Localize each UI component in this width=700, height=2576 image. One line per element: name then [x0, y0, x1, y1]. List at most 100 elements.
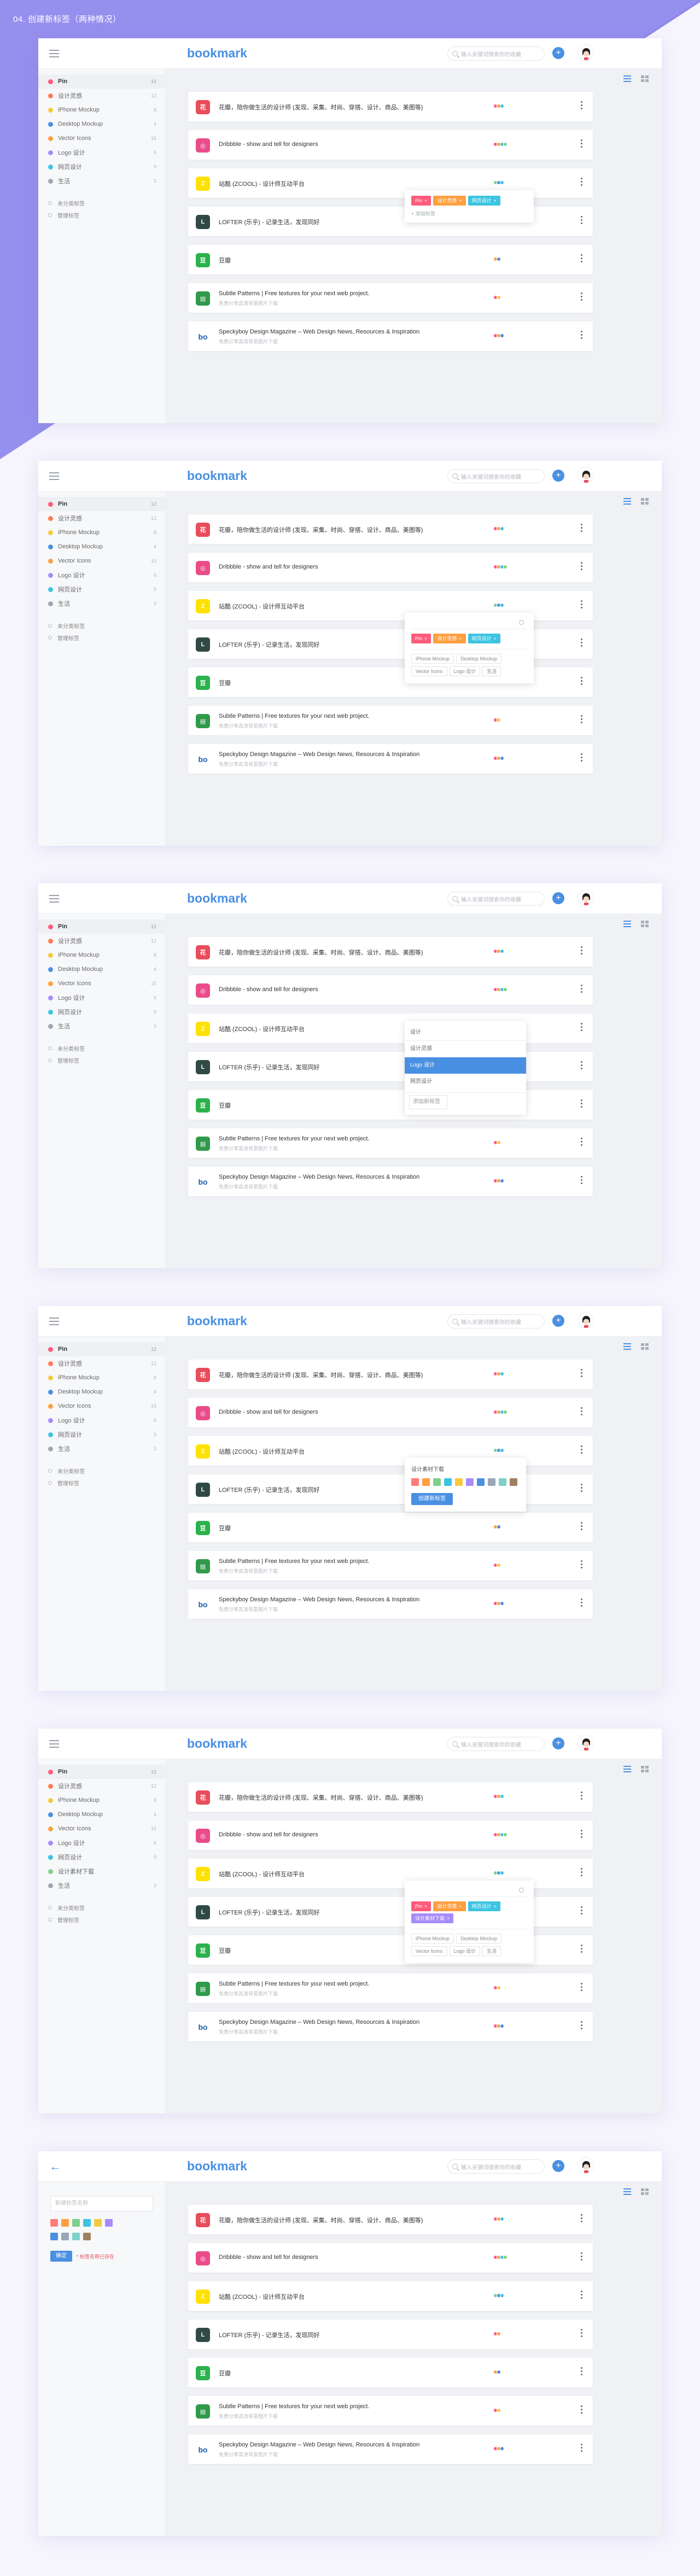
more-options-icon[interactable] — [581, 985, 583, 994]
more-options-icon[interactable] — [581, 2252, 583, 2262]
bookmark-card[interactable]: 花花瓣，陪你做生活的设计师 (发现、采集、时尚、穿搭、设计、商品、美图等) — [188, 937, 593, 967]
color-swatch[interactable] — [444, 1478, 452, 1486]
sidebar-item[interactable]: iPhone Mockup 8 — [38, 948, 165, 962]
sidebar-item[interactable]: 生活 3 — [38, 1878, 165, 1893]
add-bookmark-button[interactable]: + — [552, 892, 564, 904]
more-options-icon[interactable] — [581, 1138, 583, 1148]
tag-dots[interactable] — [493, 2446, 504, 2451]
bookmark-card[interactable]: bo Speckyboy Design Magazine – Web Design… — [188, 2012, 593, 2041]
color-swatch[interactable] — [105, 2219, 113, 2227]
more-options-icon[interactable] — [581, 677, 583, 687]
tag-dots[interactable] — [493, 1179, 504, 1183]
bookmark-card[interactable]: ◎ Dribbble - show and tell for designers — [188, 1398, 593, 1427]
sidebar-item[interactable]: iPhone Mockup 8 — [38, 525, 165, 540]
sidebar-footer-link[interactable]: 未分类标签 — [38, 197, 165, 209]
sidebar-footer-link[interactable]: 管理标签 — [38, 209, 165, 221]
remove-tag-icon[interactable]: × — [494, 1904, 497, 1909]
more-options-icon[interactable] — [581, 1868, 583, 1878]
sidebar-item[interactable]: 网页设计 9 — [38, 582, 165, 596]
avatar[interactable] — [578, 1735, 594, 1751]
sidebar-footer-link[interactable]: 未分类标签 — [38, 1901, 165, 1913]
more-options-icon[interactable] — [581, 2405, 583, 2415]
more-options-icon[interactable] — [581, 1522, 583, 1532]
more-options-icon[interactable] — [581, 1945, 583, 1954]
bookmark-title[interactable]: Subtle Patterns | Free textures for your… — [219, 290, 454, 297]
tag-dots[interactable] — [493, 180, 504, 185]
avatar[interactable] — [578, 467, 594, 483]
bookmark-title[interactable]: Subtle Patterns | Free textures for your… — [219, 1981, 454, 1987]
bookmark-title[interactable]: LOFTER (乐乎) - 记录生活，发现同好 — [219, 2331, 454, 2339]
tag-dots[interactable] — [493, 104, 504, 108]
bookmark-card[interactable]: bo Speckyboy Design Magazine – Web Design… — [188, 1167, 593, 1196]
sidebar-item[interactable]: iPhone Mockup 8 — [38, 1371, 165, 1385]
bookmark-card[interactable]: ◎ Dribbble - show and tell for designers — [188, 2243, 593, 2273]
suggested-tag[interactable]: 生活 — [482, 1946, 501, 1956]
add-bookmark-button[interactable]: + — [552, 2160, 564, 2172]
tag-dots[interactable] — [493, 1140, 501, 1145]
tag-dots[interactable] — [493, 756, 504, 760]
more-options-icon[interactable] — [581, 2329, 583, 2339]
grid-view-icon[interactable] — [641, 75, 649, 82]
sidebar-footer-link[interactable]: 未分类标签 — [38, 619, 165, 631]
tag-dots[interactable] — [493, 2332, 501, 2336]
sidebar-item[interactable]: Vector Icons 15 — [38, 1399, 165, 1413]
add-bookmark-button[interactable]: + — [552, 1737, 564, 1749]
create-tag-button[interactable]: 创建新标签 — [411, 1493, 453, 1505]
bookmark-card[interactable]: 花花瓣，陪你做生活的设计师 (发现、采集、时尚、穿搭、设计、商品、美图等) — [188, 92, 593, 121]
sidebar-footer-link[interactable]: 管理标签 — [38, 1477, 165, 1489]
tag-dots[interactable] — [493, 1563, 501, 1567]
bookmark-card[interactable]: ▤ Subtle Patterns | Free textures for you… — [188, 1974, 593, 2003]
avatar[interactable] — [578, 2157, 594, 2174]
color-swatch[interactable] — [72, 2233, 80, 2240]
bookmark-card[interactable]: ◎ Dribbble - show and tell for designers — [188, 975, 593, 1005]
bookmark-card[interactable]: 豆豆瓣 — [188, 1090, 593, 1120]
bookmark-card[interactable]: ▤ Subtle Patterns | Free textures for you… — [188, 706, 593, 735]
dropdown-option[interactable]: 网页设计 — [405, 1074, 526, 1090]
more-options-icon[interactable] — [581, 101, 583, 111]
tag-dots[interactable] — [493, 1601, 504, 1606]
sidebar-item[interactable]: 生活 3 — [38, 174, 165, 188]
more-options-icon[interactable] — [581, 715, 583, 725]
suggested-tag[interactable]: iPhone Mockup — [411, 1934, 454, 1943]
remove-tag-icon[interactable]: × — [459, 636, 462, 641]
bookmark-title[interactable]: Dribbble - show and tell for designers — [219, 986, 454, 993]
more-options-icon[interactable] — [581, 639, 583, 648]
more-options-icon[interactable] — [581, 254, 583, 264]
grid-view-icon[interactable] — [641, 1766, 649, 1772]
add-bookmark-button[interactable]: + — [552, 47, 564, 59]
avatar[interactable] — [578, 1312, 594, 1328]
more-options-icon[interactable] — [581, 292, 583, 302]
color-swatch[interactable] — [433, 1478, 441, 1486]
tag-dots[interactable] — [493, 526, 504, 531]
bookmark-title[interactable]: 豆瓣 — [219, 1524, 454, 1532]
sidebar-item[interactable]: Vector Icons 15 — [38, 1822, 165, 1836]
sidebar-item[interactable]: Logo 设计 6 — [38, 1836, 165, 1850]
bookmark-title[interactable]: Dribbble - show and tell for designers — [219, 1831, 454, 1838]
bookmark-title[interactable]: Speckyboy Design Magazine – Web Design N… — [219, 751, 454, 758]
selected-tag-chip[interactable]: Pin × — [411, 1901, 431, 1911]
selected-tag-chip[interactable]: 设计灵感 × — [433, 1901, 466, 1911]
sidebar-footer-link[interactable]: 管理标签 — [38, 631, 165, 643]
bookmark-title[interactable]: Speckyboy Design Magazine – Web Design N… — [219, 2019, 454, 2025]
color-swatch[interactable] — [72, 2219, 80, 2227]
bookmark-card[interactable]: 花花瓣，陪你做生活的设计师 (发现、采集、时尚、穿搭、设计、商品、美图等) — [188, 1782, 593, 1812]
more-options-icon[interactable] — [581, 1176, 583, 1186]
add-bookmark-button[interactable]: + — [552, 1315, 564, 1327]
bookmark-title[interactable]: Speckyboy Design Magazine – Web Design N… — [219, 329, 454, 335]
more-options-icon[interactable] — [581, 600, 583, 610]
tag-dots[interactable] — [493, 1372, 504, 1376]
search-input[interactable]: 输入关键词搜索你的收藏 — [447, 1314, 545, 1328]
bookmark-title[interactable]: Dribbble - show and tell for designers — [219, 2254, 454, 2261]
sidebar-item[interactable]: Logo 设计 6 — [38, 145, 165, 160]
sidebar-item[interactable]: 生活 3 — [38, 1019, 165, 1033]
sidebar-footer-link[interactable]: 管理标签 — [38, 1054, 165, 1066]
suggested-tag[interactable]: Desktop Mockup — [456, 1934, 502, 1943]
remove-tag-icon[interactable]: × — [424, 1904, 427, 1909]
bookmark-card[interactable]: Z 站酷 (ZCOOL) - 设计师互动平台 — [188, 1436, 593, 1466]
more-options-icon[interactable] — [581, 524, 583, 534]
suggested-tag[interactable]: Logo 设计 — [449, 1946, 481, 1956]
sidebar-item[interactable]: iPhone Mockup 8 — [38, 1793, 165, 1807]
sidebar-item[interactable]: 设计灵感 12 — [38, 89, 165, 103]
add-new-tag-button[interactable]: 添加新标签 — [409, 1095, 447, 1109]
bookmark-card[interactable]: 花花瓣，陪你做生活的设计师 (发现、采集、时尚、穿搭、设计、商品、美图等) — [188, 1360, 593, 1389]
